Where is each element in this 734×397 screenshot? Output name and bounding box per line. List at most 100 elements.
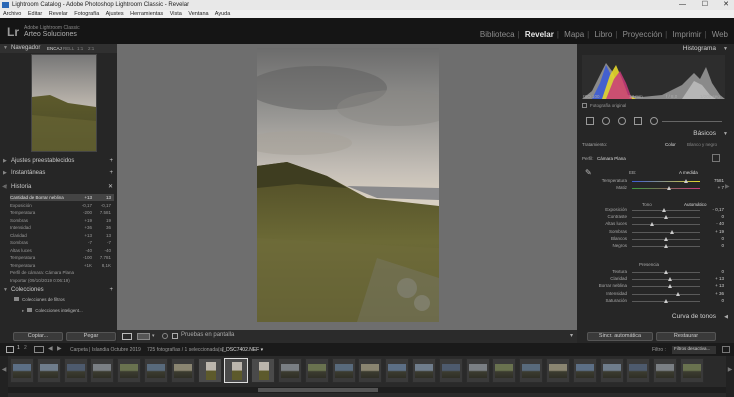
filmstrip-thumbnail[interactable] [10,358,34,383]
menu-revelar[interactable]: Revelar [49,11,68,17]
slider-thumb[interactable] [675,291,680,296]
add-snapshot-icon[interactable]: + [109,169,113,178]
menu-ventana[interactable]: Ventana [188,11,208,17]
module-revelar[interactable]: Revelar [525,30,554,39]
page-1-button[interactable]: 1 [17,345,20,351]
add-collection-icon[interactable]: + [109,286,113,295]
navigator-preview[interactable] [31,54,97,152]
slider-value[interactable]: + 36 [702,291,724,296]
profile-browser-icon[interactable] [712,154,720,162]
filter-lock-icon[interactable] [722,346,730,353]
filmstrip-thumbnail[interactable] [599,358,624,383]
history-step[interactable]: Temperatura +1K 8,1K [10,262,114,269]
slider-track[interactable] [632,181,700,182]
expand-triangle-icon[interactable]: ◀ [724,314,728,320]
slider-thumb[interactable] [663,215,668,220]
slider-track[interactable] [632,286,700,288]
filmstrip-thumbnail[interactable] [117,358,142,383]
filmstrip-thumbnail[interactable] [465,358,490,383]
softproof-checkbox[interactable] [172,333,178,339]
eyedropper-icon[interactable]: ✎ [585,168,592,178]
profile-select[interactable]: Cámara Plana [597,156,626,161]
red-eye-icon[interactable] [618,117,626,125]
filmstrip-thumbnail[interactable] [278,358,302,383]
history-step[interactable]: Importar (09/10/2019 0:06:19) [10,277,114,284]
zoom-2-1-option[interactable]: 2:1 [88,44,94,53]
filmstrip-thumbnail[interactable] [331,358,356,383]
maximize-icon[interactable]: ☐ [702,0,708,10]
slider-value[interactable]: - 40 [702,221,724,226]
filmstrip-thumbnail[interactable] [385,358,410,383]
filmstrip-thumbnail[interactable] [680,358,704,383]
graduated-filter-icon[interactable] [634,117,642,125]
filmstrip-thumbnail[interactable] [197,358,222,383]
grid-view-icon[interactable] [34,346,44,353]
module-libro[interactable]: Libro [594,30,612,39]
filmstrip-thumbnail[interactable] [438,358,463,383]
filmstrip-thumbnail[interactable] [90,358,115,383]
history-step[interactable]: Temperatura -100 7.781 [10,254,114,261]
filmstrip-thumbnail[interactable] [412,358,436,383]
radial-filter-icon[interactable] [650,117,658,125]
filmstrip-scroll-thumb[interactable] [258,388,378,392]
history-step[interactable]: Sombras -7 -7 [10,239,114,246]
loupe-view-icon[interactable] [122,333,132,340]
history-step[interactable]: Temperatura -200 7.581 [10,209,114,216]
slider-thumb[interactable] [683,179,688,183]
main-photo[interactable] [242,48,457,322]
copy-button[interactable]: Copiar... [13,332,63,341]
filmstrip-thumbnail[interactable] [63,358,88,383]
before-after-icon[interactable] [137,333,150,340]
history-step[interactable]: Sombras +19 19 [10,217,114,224]
minimize-icon[interactable]: — [679,0,686,10]
slider-thumb[interactable] [663,236,668,241]
filmstrip-thumbnail[interactable] [170,358,195,383]
slider-track[interactable] [632,224,700,226]
left-panel-collapse-arrow[interactable]: ◀ [2,183,7,190]
filmstrip-scrollbar[interactable] [8,387,726,393]
menu-vista[interactable]: Vista [170,11,182,17]
reset-button[interactable]: Restaurar [656,332,716,341]
slider-value[interactable]: 0 [702,236,724,241]
history-step[interactable]: Altas luces -40 -40 [10,247,114,254]
history-step[interactable]: Claridad +13 13 [10,232,114,239]
presets-header[interactable]: ▶ Ajustes preestablecidos + [0,157,117,166]
zoom-icon[interactable] [162,333,168,339]
history-step[interactable]: Intensidad +36 36 [10,224,114,231]
clear-history-icon[interactable]: ✕ [108,183,113,192]
module-proyeccion[interactable]: Proyección [623,30,663,39]
menu-fotografia[interactable]: Fotografía [74,11,99,17]
filmstrip-right-arrow[interactable]: ▶ [726,356,734,397]
slider-thumb[interactable] [662,208,667,212]
module-biblioteca[interactable]: Biblioteca [480,30,515,39]
original-photo-checkbox[interactable] [582,103,587,108]
filename-menu[interactable]: /_DSC7402.NEF ▾ [222,347,263,353]
menu-archivo[interactable]: Archivo [3,11,21,17]
filmstrip-thumbnail[interactable] [653,358,678,383]
filmstrip-thumbnail[interactable] [358,358,383,383]
slider-value[interactable]: + 7 [702,185,724,190]
slider-value[interactable]: + 19 [702,229,724,234]
filmstrip-thumbnail[interactable] [546,358,570,383]
slider-track[interactable] [632,293,700,295]
source-path[interactable]: Carpeta | Islandia Octubre 2019 [70,347,141,353]
filmstrip-thumbnail[interactable] [251,358,276,383]
right-panel-collapse-arrow[interactable]: ▶ [725,183,730,190]
filmstrip-left-arrow[interactable]: ◀ [0,356,8,397]
slider-track[interactable] [632,231,700,233]
module-mapa[interactable]: Mapa [564,30,584,39]
history-header[interactable]: ▼ Historia ✕ [0,183,117,192]
collections-header[interactable]: ▼ Colecciones + [0,286,117,295]
toolbar-menu-icon[interactable]: ▾ [570,332,573,339]
spot-removal-icon[interactable] [602,117,610,125]
slider-thumb[interactable] [663,244,668,248]
history-step[interactable]: Exposición -0,17 -0,17 [10,202,114,209]
filmstrip-thumbnail[interactable] [36,358,61,383]
module-imprimir[interactable]: Imprimir [672,30,701,39]
collapse-triangle-icon[interactable]: ▼ [723,46,728,52]
wb-select[interactable]: A medida [679,170,698,175]
slider-thumb[interactable] [666,186,671,191]
slider-value[interactable]: + 13 [702,276,724,281]
slider-track[interactable] [632,279,700,281]
navigator-header[interactable]: ▼ Navegador ENCAJ RELL 1:1 2:1 [0,44,117,53]
